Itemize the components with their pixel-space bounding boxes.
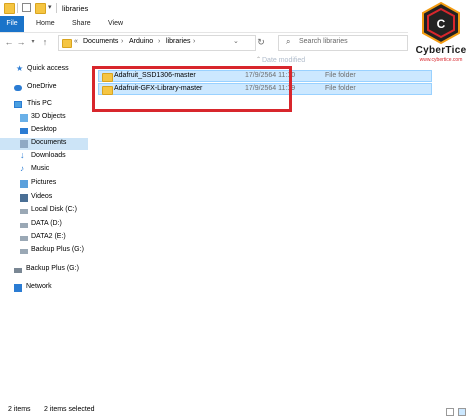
sidebar-item-downloads[interactable]: ↓ Downloads — [0, 150, 88, 163]
properties-icon[interactable] — [22, 3, 31, 12]
sidebar-item-pictures[interactable]: Pictures — [0, 178, 88, 190]
sidebar-item-videos[interactable]: Videos — [0, 192, 88, 204]
highlight-box — [92, 66, 292, 112]
sidebar-item-label: Backup Plus (G:) — [31, 246, 84, 253]
sidebar-item-label: Pictures — [31, 179, 57, 186]
drive-icon — [20, 223, 28, 228]
recent-locations-icon[interactable]: ▾ — [28, 37, 38, 48]
computer-icon — [14, 101, 22, 108]
refresh-icon[interactable]: ↻ — [256, 37, 266, 48]
usb-drive-icon — [14, 268, 22, 273]
breadcrumb-arduino[interactable]: Arduino — [129, 38, 153, 45]
sidebar-item-label: OneDrive — [27, 83, 57, 90]
network-icon — [14, 284, 22, 292]
sidebar-item-label: Videos — [31, 193, 53, 200]
cloud-icon — [14, 85, 22, 91]
documents-icon — [20, 140, 28, 148]
sidebar-item-quick-access[interactable]: ★ Quick access — [0, 64, 88, 76]
sidebar-item-data2-e[interactable]: DATA2 (E:) — [0, 232, 88, 244]
sidebar-item-label: DATA (D:) — [31, 220, 62, 227]
folder-icon — [4, 3, 15, 14]
videos-icon — [20, 194, 28, 202]
drive-icon — [20, 236, 28, 241]
new-folder-icon[interactable] — [35, 3, 46, 14]
address-bar[interactable]: « Documents › Arduino › libraries › ⌄ — [58, 35, 256, 51]
tab-view[interactable]: View — [108, 16, 123, 32]
sidebar-item-backup-plus-g[interactable]: Backup Plus (G:) — [0, 245, 88, 257]
drive-icon — [20, 249, 28, 254]
sidebar-item-label: Desktop — [31, 126, 57, 133]
address-overflow[interactable]: « — [74, 38, 78, 45]
hexagon-logo-icon: C — [422, 1, 460, 45]
sidebar-item-label: This PC — [27, 100, 52, 107]
sidebar-item-label: Documents — [31, 139, 67, 146]
download-icon: ↓ — [20, 150, 25, 160]
pictures-icon — [20, 180, 28, 188]
column-header-date-modified[interactable]: Date modified — [262, 57, 305, 64]
sidebar-item-label: 3D Objects — [31, 113, 66, 120]
svg-text:C: C — [437, 17, 446, 31]
logo-url: www.cybertice.com — [419, 57, 463, 63]
folder-icon — [62, 39, 72, 48]
large-icons-view-icon[interactable] — [458, 408, 466, 416]
sidebar-item-desktop[interactable]: Desktop — [0, 125, 88, 137]
logo-text: CyberTice — [415, 45, 467, 56]
star-icon: ★ — [16, 64, 24, 73]
search-placeholder: Search libraries — [299, 38, 348, 45]
sidebar-item-label: Downloads — [31, 152, 66, 159]
details-view-icon[interactable] — [446, 408, 454, 416]
customize-quick-access-icon[interactable]: ▾ — [48, 3, 52, 11]
breadcrumb-separator: › — [193, 38, 196, 45]
sidebar-item-label: Quick access — [27, 65, 69, 72]
tab-file[interactable]: File — [0, 16, 24, 32]
separator — [17, 3, 18, 13]
sidebar-item-onedrive[interactable]: OneDrive — [0, 82, 88, 94]
search-input[interactable]: ⌕ Search libraries — [278, 35, 408, 51]
sidebar-item-network[interactable]: Network — [0, 282, 88, 294]
sidebar-item-data-d[interactable]: DATA (D:) — [0, 219, 88, 231]
breadcrumb-libraries[interactable]: libraries — [166, 38, 191, 45]
music-icon: ♪ — [20, 164, 24, 173]
up-arrow-icon[interactable]: ↑ — [40, 37, 50, 48]
sidebar-item-label: Network — [26, 283, 52, 290]
sidebar-item-label: Local Disk (C:) — [31, 206, 77, 213]
sidebar-item-label: DATA2 (E:) — [31, 233, 66, 240]
window-title: libraries — [62, 4, 89, 13]
sidebar-item-documents[interactable]: Documents — [0, 138, 88, 150]
selection-count: 2 items selected — [44, 406, 95, 413]
item-count: 2 items — [8, 406, 31, 413]
address-dropdown-icon[interactable]: ⌄ — [233, 37, 239, 45]
desktop-icon — [20, 128, 28, 134]
sidebar-item-label: Music — [31, 165, 50, 172]
forward-arrow-icon[interactable]: → — [16, 37, 26, 48]
back-arrow-icon[interactable]: ← — [4, 37, 14, 48]
file-type: File folder — [325, 85, 356, 92]
breadcrumb-separator: › — [121, 38, 124, 45]
cube-icon — [20, 114, 28, 122]
separator — [56, 3, 57, 13]
search-icon: ⌕ — [286, 37, 291, 46]
file-type: File folder — [325, 72, 356, 79]
drive-icon — [20, 209, 28, 214]
sidebar-item-this-pc[interactable]: This PC — [0, 99, 88, 111]
breadcrumb-documents[interactable]: Documents — [83, 38, 118, 45]
sidebar-item-backup-plus-g-usb[interactable]: Backup Plus (G:) — [0, 264, 88, 276]
sidebar-item-3d-objects[interactable]: 3D Objects — [0, 112, 88, 124]
sort-indicator-icon: ⌃ — [256, 57, 262, 63]
tab-home[interactable]: Home — [36, 16, 55, 32]
breadcrumb-separator: › — [158, 38, 161, 45]
sidebar-item-music[interactable]: ♪ Music — [0, 164, 88, 176]
sidebar-item-label: Backup Plus (G:) — [26, 265, 79, 272]
sidebar-item-local-disk-c[interactable]: Local Disk (C:) — [0, 205, 88, 217]
tab-share[interactable]: Share — [72, 16, 91, 32]
